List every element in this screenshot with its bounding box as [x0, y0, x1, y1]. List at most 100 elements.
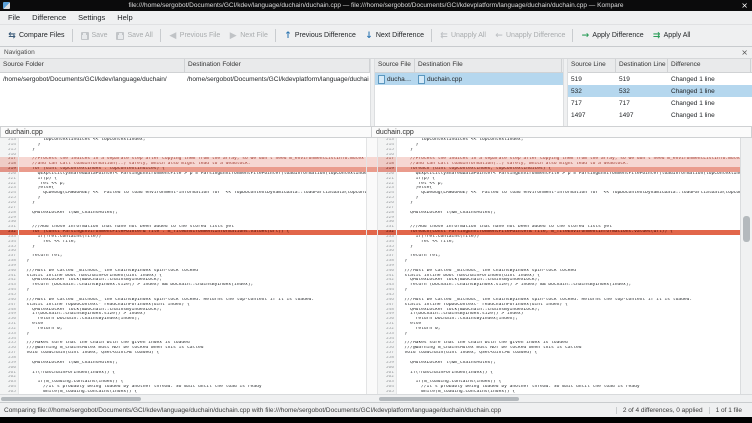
destination-line: 519	[616, 76, 668, 83]
destination-line: 532	[616, 88, 668, 95]
destination-line-header[interactable]: Destination Line	[616, 59, 668, 72]
unapply-difference-button[interactable]: ←Unapply Difference	[490, 29, 569, 43]
source-line-header[interactable]: Source Line	[568, 59, 616, 72]
difference-label: Changed 1 line	[668, 100, 751, 107]
save-icon	[80, 31, 90, 41]
next-file-icon: ▶	[228, 31, 238, 41]
destination-folder: /home/sergobot/Documents/GCI/kdevplatfor…	[184, 76, 369, 83]
save-all-icon	[115, 31, 125, 41]
window-close-icon[interactable]: ×	[741, 0, 748, 11]
file-icon	[418, 75, 425, 84]
toolbar-separator	[572, 29, 573, 42]
scrollbar-gap	[366, 395, 378, 402]
source-horizontal-scrollbar[interactable]	[0, 395, 366, 402]
folder-row[interactable]: /home/sergobot/Documents/GCI/kdev/langua…	[0, 73, 370, 85]
diff-pane-headers: duchain.cpp duchain.cpp	[0, 126, 752, 138]
save-button[interactable]: Save	[76, 29, 112, 43]
navigation-panel: Source FolderDestination Folder/home/ser…	[0, 59, 752, 126]
nav-files: Source FileDestination Fileduchain.cppdu…	[375, 59, 563, 126]
save-all-button[interactable]: Save All	[111, 29, 156, 43]
status-differences: 2 of 4 differences, 0 applied	[616, 407, 709, 414]
previous-difference-icon: ↑	[283, 31, 293, 41]
destination-line: 1497	[616, 112, 668, 119]
horizontal-scrollbars	[0, 394, 752, 402]
source-line: 1497	[568, 112, 616, 119]
previous-file-button[interactable]: ◀Previous File	[164, 29, 224, 43]
diff-connector	[366, 138, 378, 394]
difference-header[interactable]: Difference	[668, 59, 751, 72]
source-horizontal-scrollbar-thumb[interactable]	[1, 397, 141, 401]
next-difference-button[interactable]: ↓Next Difference	[360, 29, 428, 43]
difference-row[interactable]: 14971497Changed 1 line	[568, 109, 752, 121]
toolbar: ⇆Compare Files SaveSave All ◀Previous File…	[0, 25, 752, 47]
apply-all-button[interactable]: ⇉Apply All	[648, 29, 695, 43]
status-bar: Comparing file:///home/sergobot/Document…	[0, 402, 752, 417]
destination-folder-header[interactable]: Destination Folder	[185, 59, 370, 72]
toolbar-separator	[275, 29, 276, 42]
apply-difference-button[interactable]: →Apply Difference	[576, 29, 647, 43]
difference-label: Changed 1 line	[668, 76, 751, 83]
file-icon	[378, 75, 385, 84]
destination-pane-title: duchain.cpp	[372, 126, 752, 138]
nav-lines: Source LineDestination LineDifference519…	[568, 59, 752, 126]
unapply-difference-icon: ←	[494, 31, 504, 41]
difference-connector	[367, 230, 377, 235]
navigation-dock-title: Navigation	[4, 49, 35, 56]
window-title: file:///home/sergobot/Documents/GCI/kdev…	[128, 2, 623, 9]
kompare-window: file:///home/sergobot/Documents/GCI/kdev…	[0, 0, 752, 423]
app-icon	[3, 2, 10, 9]
source-line: 519	[568, 76, 616, 83]
destination-horizontal-scrollbar-thumb[interactable]	[379, 397, 519, 401]
source-folder: /home/sergobot/Documents/GCI/kdev/langua…	[0, 76, 184, 83]
compare-files-icon: ⇆	[7, 31, 17, 41]
source-pane-title-label: duchain.cpp	[5, 129, 43, 136]
navigation-close-icon[interactable]: ×	[741, 48, 748, 57]
source-file-header[interactable]: Source File	[375, 59, 415, 72]
vertical-scrollbar-thumb[interactable]	[743, 216, 750, 242]
difference-label: Changed 1 line	[668, 88, 751, 95]
destination-pane-code: 513 topContextIndices << topContextIndex…	[378, 138, 740, 394]
previous-file-icon: ◀	[168, 31, 178, 41]
next-difference-icon: ↓	[364, 31, 374, 41]
source-file: duchain.cpp	[375, 75, 415, 84]
destination-horizontal-scrollbar[interactable]	[378, 395, 740, 402]
source-line: 717	[568, 100, 616, 107]
source-pane-title: duchain.cpp	[0, 126, 372, 138]
window-titlebar: file:///home/sergobot/Documents/GCI/kdev…	[0, 0, 752, 11]
toolbar-separator	[160, 29, 161, 42]
destination-pane-title-label: duchain.cpp	[376, 129, 414, 136]
difference-label: Changed 1 line	[668, 112, 751, 119]
scrollbar-corner	[740, 395, 752, 402]
nav-folders: Source FolderDestination Folder/home/ser…	[0, 59, 370, 126]
menu-bar: FileDifferenceSettingsHelp	[0, 11, 752, 25]
difference-connector	[367, 167, 377, 172]
difference-row[interactable]: 717717Changed 1 line	[568, 97, 752, 109]
destination-file-header[interactable]: Destination File	[415, 59, 562, 72]
file-row[interactable]: duchain.cppduchain.cpp	[375, 73, 563, 85]
menu-help[interactable]: Help	[111, 13, 138, 22]
navigation-dock-titlebar: Navigation ×	[0, 47, 752, 59]
menu-file[interactable]: File	[2, 13, 26, 22]
toolbar-separator	[431, 29, 432, 42]
status-message: Comparing file:///home/sergobot/Document…	[4, 407, 616, 414]
vertical-scrollbar[interactable]	[740, 138, 752, 394]
compare-files-button[interactable]: ⇆Compare Files	[3, 29, 69, 43]
source-line: 532	[568, 88, 616, 95]
menu-settings[interactable]: Settings	[72, 13, 111, 22]
source-pane-code: 513 topContextIndices << topContextIndex…	[0, 138, 366, 394]
difference-row[interactable]: 519519Changed 1 line	[568, 73, 752, 85]
destination-file: duchain.cpp	[415, 75, 562, 84]
menu-difference[interactable]: Difference	[26, 13, 72, 22]
unapply-all-button[interactable]: ⇇Unapply All	[435, 29, 490, 43]
difference-row[interactable]: 532532Changed 1 line	[568, 85, 752, 97]
previous-difference-button[interactable]: ↑Previous Difference	[279, 29, 360, 43]
apply-difference-icon: →	[580, 31, 590, 41]
source-folder-header[interactable]: Source Folder	[0, 59, 185, 72]
apply-all-icon: ⇉	[652, 31, 662, 41]
next-file-button[interactable]: ▶Next File	[224, 29, 272, 43]
diff-view: 513 topContextIndices << topContextIndex…	[0, 138, 752, 394]
destination-line: 717	[616, 100, 668, 107]
status-files: 1 of 1 file	[709, 407, 748, 414]
toolbar-separator	[72, 29, 73, 42]
unapply-all-icon: ⇇	[439, 31, 449, 41]
